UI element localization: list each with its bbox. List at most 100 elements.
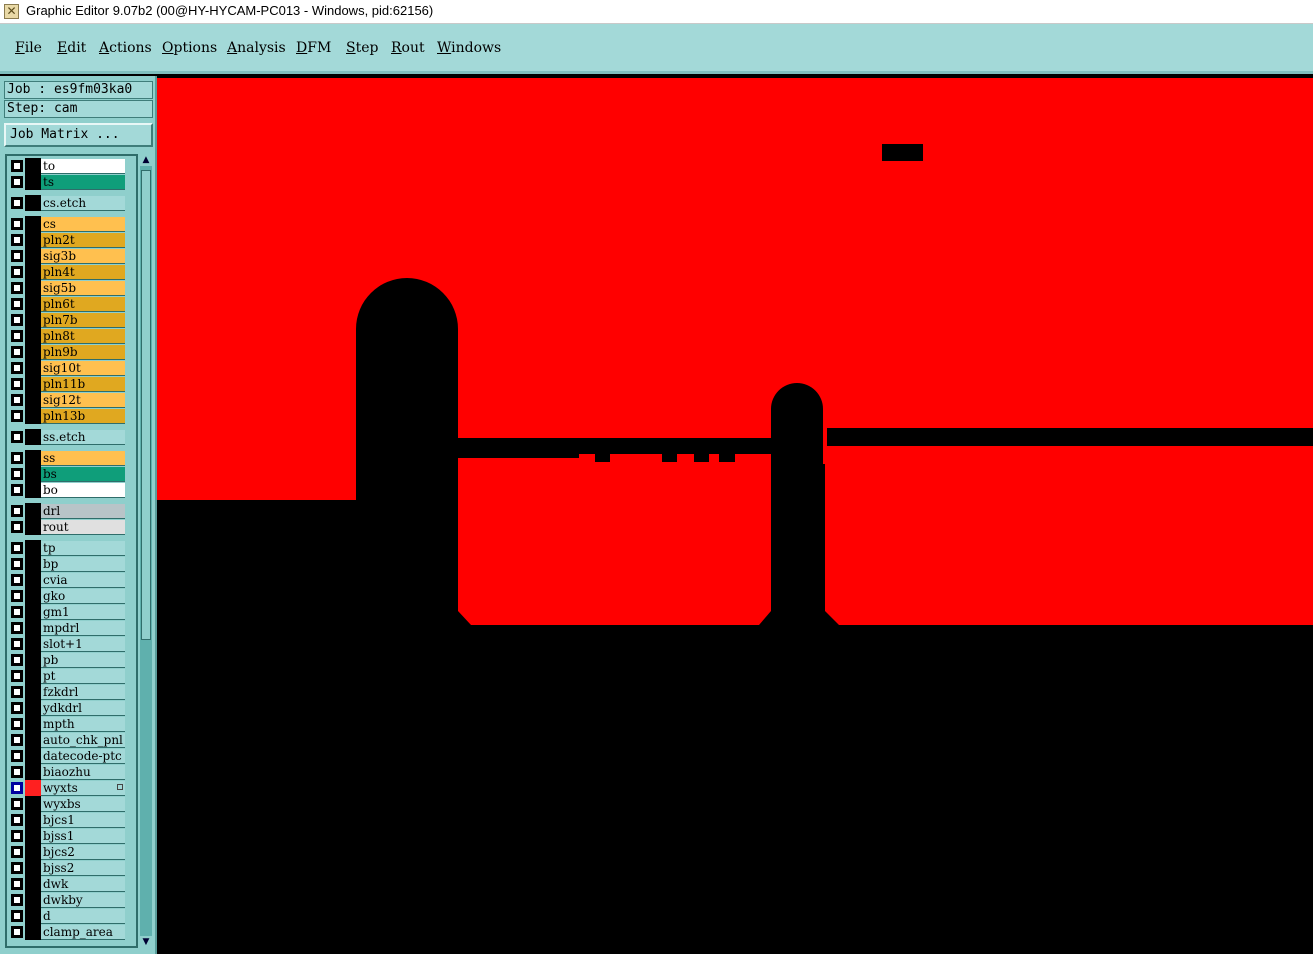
layer-name[interactable]: pln4t — [41, 265, 125, 280]
layer-name[interactable]: slot+1 — [41, 637, 125, 652]
layer-name[interactable]: pln13b — [41, 409, 125, 424]
layer-row-bs[interactable]: bs — [7, 466, 136, 482]
scroll-up-icon[interactable]: ▲ — [140, 154, 152, 166]
layer-row-sig5b[interactable]: sig5b — [7, 280, 136, 296]
layer-name[interactable]: bjss1 — [41, 829, 125, 844]
layer-name[interactable]: sig10t — [41, 361, 125, 376]
layer-name[interactable]: dwk — [41, 877, 125, 892]
layer-name[interactable]: clamp_area — [41, 925, 125, 940]
layer-row-pln7b[interactable]: pln7b — [7, 312, 136, 328]
layer-checkbox[interactable] — [11, 266, 23, 278]
layer-checkbox[interactable] — [11, 574, 23, 586]
layer-row-gm1[interactable]: gm1 — [7, 604, 136, 620]
graphic-canvas[interactable] — [157, 78, 1313, 954]
layer-color-swatch[interactable] — [25, 700, 41, 716]
layer-row-bjcs1[interactable]: bjcs1 — [7, 812, 136, 828]
layer-checkbox[interactable] — [11, 362, 23, 374]
layer-row-sig3b[interactable]: sig3b — [7, 248, 136, 264]
layer-row-tp[interactable]: tp — [7, 540, 136, 556]
layer-name[interactable]: d — [41, 909, 125, 924]
layer-name[interactable]: pln11b — [41, 377, 125, 392]
layer-checkbox[interactable] — [11, 878, 23, 890]
layer-checkbox[interactable] — [11, 782, 23, 794]
layer-name[interactable]: pln7b — [41, 313, 125, 328]
layer-checkbox[interactable] — [11, 542, 23, 554]
layer-checkbox[interactable] — [11, 218, 23, 230]
layer-color-swatch[interactable] — [25, 519, 41, 535]
layer-name[interactable]: pb — [41, 653, 125, 668]
layer-color-swatch[interactable] — [25, 556, 41, 572]
layer-row-d[interactable]: d — [7, 908, 136, 924]
layer-name[interactable]: pln6t — [41, 297, 125, 312]
layer-checkbox[interactable] — [11, 160, 23, 172]
layer-checkbox[interactable] — [11, 686, 23, 698]
layer-row-pln4t[interactable]: pln4t — [7, 264, 136, 280]
layer-name[interactable]: bjss2 — [41, 861, 125, 876]
layer-name[interactable]: mpth — [41, 717, 125, 732]
layer-name[interactable]: sig12t — [41, 393, 125, 408]
layer-name[interactable]: gko — [41, 589, 125, 604]
layer-color-swatch[interactable] — [25, 572, 41, 588]
layer-name[interactable]: bp — [41, 557, 125, 572]
layer-color-swatch[interactable] — [25, 844, 41, 860]
layer-color-swatch[interactable] — [25, 158, 41, 174]
layer-row-datecode-ptc[interactable]: datecode-ptc — [7, 748, 136, 764]
layer-row-cvia[interactable]: cvia — [7, 572, 136, 588]
menu-dfm[interactable]: DFM — [296, 40, 331, 56]
layer-name[interactable]: cs — [41, 217, 125, 232]
layer-row-wyxbs[interactable]: wyxbs — [7, 796, 136, 812]
layer-color-swatch[interactable] — [25, 540, 41, 556]
job-matrix-button[interactable]: Job Matrix ... — [4, 123, 153, 147]
layer-color-swatch[interactable] — [25, 604, 41, 620]
layer-name[interactable]: cvia — [41, 573, 125, 588]
layer-name[interactable]: ss — [41, 451, 125, 466]
layer-color-swatch[interactable] — [25, 908, 41, 924]
layer-checkbox[interactable] — [11, 926, 23, 938]
layer-name[interactable]: cs.etch — [41, 196, 125, 211]
layer-color-swatch[interactable] — [25, 174, 41, 190]
menu-actions[interactable]: Actions — [99, 40, 152, 56]
layer-checkbox[interactable] — [11, 830, 23, 842]
layer-checkbox[interactable] — [11, 346, 23, 358]
layer-checkbox[interactable] — [11, 176, 23, 188]
layer-color-swatch[interactable] — [25, 248, 41, 264]
layer-checkbox[interactable] — [11, 734, 23, 746]
layer-row-dwkby[interactable]: dwkby — [7, 892, 136, 908]
layer-checkbox[interactable] — [11, 670, 23, 682]
layer-checkbox[interactable] — [11, 750, 23, 762]
layer-name[interactable]: to — [41, 159, 125, 174]
layer-name[interactable]: bs — [41, 467, 125, 482]
layer-color-swatch[interactable] — [25, 716, 41, 732]
layer-row-pln9b[interactable]: pln9b — [7, 344, 136, 360]
layer-color-swatch[interactable] — [25, 860, 41, 876]
layer-checkbox[interactable] — [11, 484, 23, 496]
layer-color-swatch[interactable] — [25, 482, 41, 498]
layer-color-swatch[interactable] — [25, 636, 41, 652]
layer-checkbox[interactable] — [11, 431, 23, 443]
layer-row-sig12t[interactable]: sig12t — [7, 392, 136, 408]
layer-row-ydkdrl[interactable]: ydkdrl — [7, 700, 136, 716]
menu-rout[interactable]: Rout — [391, 40, 425, 56]
layer-checkbox[interactable] — [11, 910, 23, 922]
layer-color-swatch[interactable] — [25, 796, 41, 812]
layer-row-auto-chk-pnl[interactable]: auto_chk_pnl — [7, 732, 136, 748]
layer-row-mpdrl[interactable]: mpdrl — [7, 620, 136, 636]
layer-color-swatch[interactable] — [25, 876, 41, 892]
menu-options[interactable]: Options — [162, 40, 217, 56]
layer-row-wyxts[interactable]: wyxts — [7, 780, 136, 796]
layer-color-swatch[interactable] — [25, 924, 41, 940]
layer-row-biaozhu[interactable]: biaozhu — [7, 764, 136, 780]
layer-color-swatch[interactable] — [25, 503, 41, 519]
layer-color-swatch[interactable] — [25, 732, 41, 748]
layer-checkbox[interactable] — [11, 298, 23, 310]
menu-edit[interactable]: Edit — [57, 40, 86, 56]
layer-name[interactable]: pln8t — [41, 329, 125, 344]
layer-row-pt[interactable]: pt — [7, 668, 136, 684]
layer-checkbox[interactable] — [11, 505, 23, 517]
scroll-down-icon[interactable]: ▼ — [140, 936, 152, 948]
layer-row-bo[interactable]: bo — [7, 482, 136, 498]
layer-checkbox[interactable] — [11, 378, 23, 390]
layer-checkbox[interactable] — [11, 654, 23, 666]
layer-row-pb[interactable]: pb — [7, 652, 136, 668]
layer-name[interactable]: drl — [41, 504, 125, 519]
